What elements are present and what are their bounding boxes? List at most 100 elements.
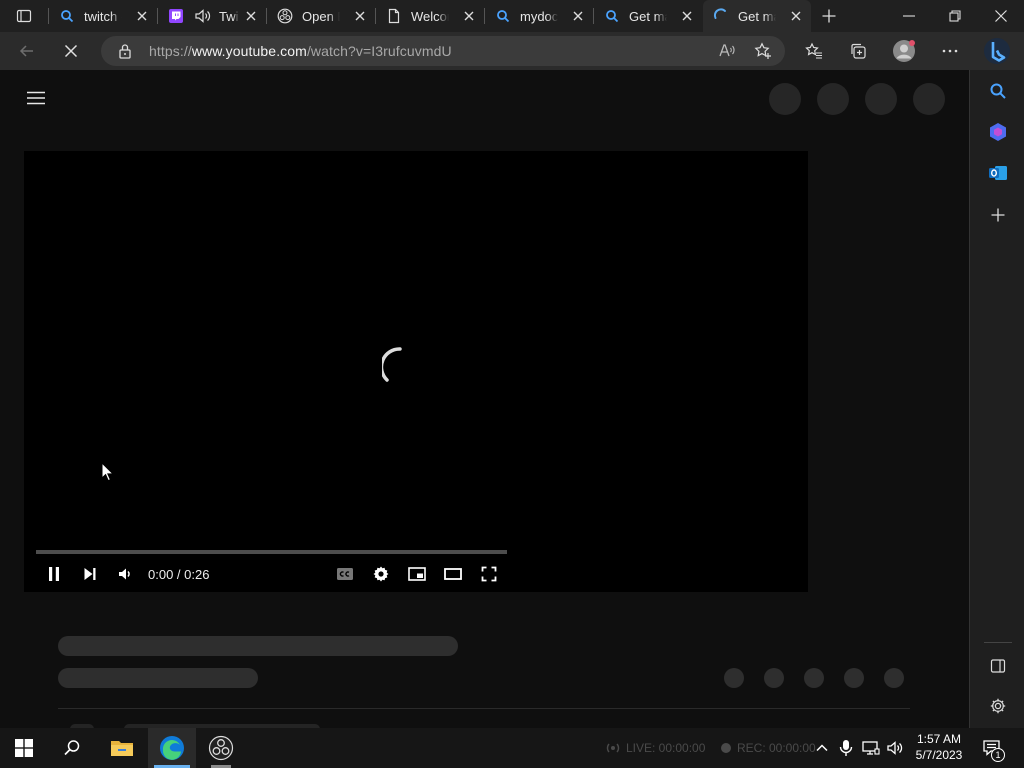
live-broadcast-icon <box>606 743 620 753</box>
close-tab-icon[interactable] <box>789 9 803 23</box>
profile-avatar[interactable] <box>892 39 916 63</box>
miniplayer-icon[interactable] <box>405 562 429 586</box>
tab-6[interactable]: Get mac <box>594 0 702 32</box>
show-hidden-icons-button[interactable] <box>814 728 830 768</box>
title-skeleton <box>58 636 458 656</box>
stop-loading-button[interactable] <box>62 42 80 60</box>
tab-3[interactable]: Open Br <box>267 0 375 32</box>
close-tab-icon[interactable] <box>462 9 476 23</box>
url-text[interactable]: https://www.youtube.com/watch?v=I3rufcuv… <box>149 43 452 59</box>
network-icon[interactable] <box>862 728 880 768</box>
record-icon <box>721 743 731 753</box>
mouse-cursor-icon <box>101 462 115 482</box>
loading-spinner-icon <box>382 346 406 384</box>
tab-title: twitch - <box>84 8 122 24</box>
close-tab-icon[interactable] <box>353 9 367 23</box>
close-tab-icon[interactable] <box>680 9 694 23</box>
add-favorite-icon[interactable] <box>754 42 772 60</box>
tab-5[interactable]: mydock <box>485 0 593 32</box>
tab-7-active[interactable]: Get mac <box>703 0 811 32</box>
browser-toolbar: https://www.youtube.com/watch?v=I3rufcuv… <box>0 32 1024 70</box>
tab-2[interactable]: Twi <box>158 0 266 32</box>
action-center-button[interactable]: 1 <box>982 728 1005 768</box>
clock[interactable]: 1:57 AM 5/7/2023 <box>912 731 966 763</box>
sidebar-outlook-icon[interactable] <box>987 162 1009 184</box>
windows-taskbar: LIVE: 00:00:00 REC: 00:00:00 1:57 AM 5/7… <box>0 728 1024 768</box>
obs-taskbar-icon[interactable] <box>197 728 245 768</box>
action-skeleton <box>764 668 784 688</box>
tab-audio-icon[interactable] <box>194 8 212 24</box>
closed-captions-icon[interactable] <box>333 562 357 586</box>
close-window-button[interactable] <box>993 8 1009 24</box>
microphone-icon[interactable] <box>839 728 853 768</box>
speaker-icon[interactable] <box>886 728 904 768</box>
tab-title: Get mac <box>738 8 776 24</box>
clock-time: 1:57 AM <box>916 732 962 746</box>
edge-sidebar <box>969 70 1024 728</box>
next-video-button[interactable] <box>78 562 102 586</box>
search-icon <box>59 8 75 24</box>
volume-icon[interactable] <box>113 562 137 586</box>
tab-actions-icon[interactable] <box>16 8 32 24</box>
action-skeleton <box>844 668 864 688</box>
restore-button[interactable] <box>947 8 963 24</box>
favorites-icon[interactable] <box>805 42 823 60</box>
file-explorer-icon[interactable] <box>98 728 146 768</box>
youtube-page: 0:00 / 0:26 <box>0 70 969 728</box>
menu-icon[interactable] <box>26 90 46 106</box>
tab-4[interactable]: Welcom <box>376 0 484 32</box>
collections-icon[interactable] <box>849 42 867 60</box>
search-icon <box>604 8 620 24</box>
browser-tab-strip: twitch - Twi Open Br Welcom mydock Get m… <box>0 0 1024 32</box>
tab-title: Get mac <box>629 8 667 24</box>
fullscreen-icon[interactable] <box>477 562 501 586</box>
clock-date: 5/7/2023 <box>915 748 963 762</box>
video-player[interactable]: 0:00 / 0:26 <box>24 151 808 592</box>
obs-live-status: LIVE: 00:00:00 <box>604 728 705 768</box>
address-bar[interactable]: https://www.youtube.com/watch?v=I3rufcuv… <box>101 36 785 66</box>
sidebar-settings-icon[interactable] <box>987 695 1009 717</box>
back-button[interactable] <box>18 42 36 60</box>
action-skeleton <box>724 668 744 688</box>
obs-rec-status: REC: 00:00:00 <box>720 728 816 768</box>
theater-mode-icon[interactable] <box>441 562 465 586</box>
taskbar-search-icon[interactable] <box>48 728 96 768</box>
divider <box>58 708 910 709</box>
bing-copilot-icon[interactable] <box>983 36 1011 66</box>
notification-badge: 1 <box>991 748 1005 762</box>
tab-title: mydock <box>520 8 558 24</box>
tab-1[interactable]: twitch - <box>49 0 157 32</box>
action-skeleton <box>884 668 904 688</box>
sidebar-add-icon[interactable] <box>987 204 1009 226</box>
loading-spinner-icon <box>713 8 729 24</box>
twitch-icon <box>168 8 184 24</box>
close-tab-icon[interactable] <box>244 9 258 23</box>
header-placeholder-circle <box>769 83 801 115</box>
tab-title: Twi <box>219 8 239 24</box>
channel-skeleton <box>58 668 258 688</box>
new-tab-button[interactable] <box>821 8 837 24</box>
start-button[interactable] <box>0 728 48 768</box>
obs-icon <box>277 8 293 24</box>
read-aloud-icon[interactable] <box>718 42 736 60</box>
header-placeholder-circle <box>913 83 945 115</box>
close-tab-icon[interactable] <box>571 9 585 23</box>
edge-taskbar-icon[interactable] <box>148 728 196 768</box>
document-icon <box>386 8 402 24</box>
action-skeleton <box>804 668 824 688</box>
time-display: 0:00 / 0:26 <box>148 566 210 582</box>
minimize-button[interactable] <box>901 8 917 24</box>
progress-bar[interactable] <box>36 550 507 554</box>
search-icon <box>495 8 511 24</box>
pause-button[interactable] <box>42 562 66 586</box>
close-tab-icon[interactable] <box>135 9 149 23</box>
header-placeholder-circle <box>817 83 849 115</box>
sidebar-search-icon[interactable] <box>987 80 1009 102</box>
settings-gear-icon[interactable] <box>369 562 393 586</box>
more-options-icon[interactable] <box>941 42 959 60</box>
sidebar-office-icon[interactable] <box>987 121 1009 143</box>
hide-sidebar-icon[interactable] <box>987 655 1009 677</box>
sidebar-divider <box>984 642 1012 643</box>
lock-icon[interactable] <box>118 43 132 59</box>
tab-title: Open Br <box>302 8 340 24</box>
